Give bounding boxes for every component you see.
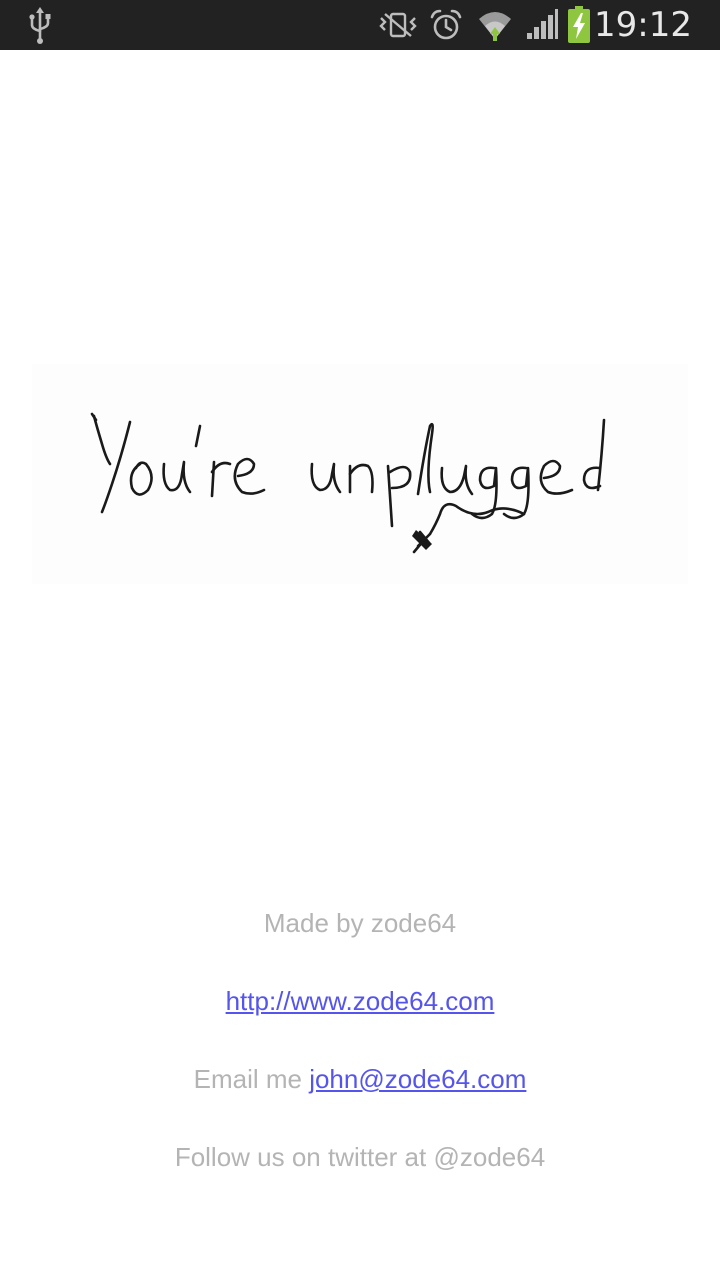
status-clock: 19:12 xyxy=(594,5,692,45)
email-row: Email me john@zode64.com xyxy=(0,1064,720,1095)
alarm-icon xyxy=(428,0,464,50)
website-row: http://www.zode64.com xyxy=(0,986,720,1017)
made-by-text: Made by zode64 xyxy=(263,908,457,938)
website-link[interactable]: http://www.zode64.com xyxy=(226,986,495,1016)
email-prefix: Email me xyxy=(193,1064,310,1094)
twitter-text: Follow us on twitter at @zode64 xyxy=(174,1142,546,1172)
signal-icon xyxy=(524,0,560,50)
main-content: Made by zode64 http://www.zode64.com Ema… xyxy=(0,50,720,1280)
unplugged-cable-drawing xyxy=(90,412,606,554)
vibrate-icon xyxy=(378,0,418,50)
wifi-icon xyxy=(476,0,514,50)
usb-icon xyxy=(22,0,58,50)
status-bar: 19:12 xyxy=(0,0,720,50)
battery-charging-icon xyxy=(566,0,592,50)
unplugged-banner xyxy=(32,364,688,584)
email-link[interactable]: john@zode64.com xyxy=(309,1064,526,1094)
